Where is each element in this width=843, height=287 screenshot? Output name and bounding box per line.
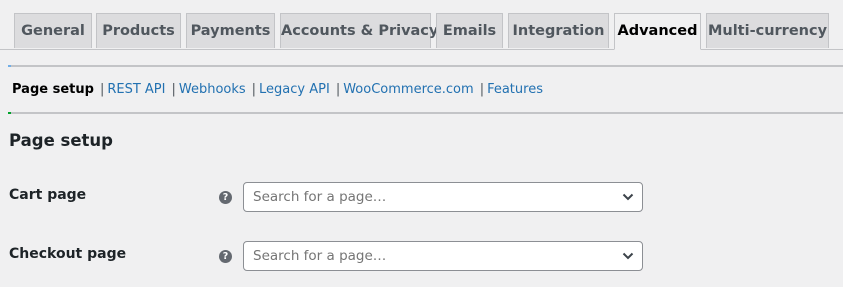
help-icon[interactable]: ?	[219, 250, 232, 263]
tab-products[interactable]: Products	[96, 13, 181, 48]
top-divider	[8, 65, 843, 67]
subnav-link-features[interactable]: Features	[487, 82, 543, 97]
subnav-separator: |	[171, 82, 176, 97]
cart-page-label: Cart page	[9, 187, 87, 203]
subnav-divider	[8, 112, 843, 114]
cart-page-select[interactable]: Search for a page…	[243, 182, 643, 212]
subnav-separator: |	[251, 82, 257, 97]
subnav-link-webhooks[interactable]: Webhooks	[179, 82, 246, 97]
tab-accounts-privacy[interactable]: Accounts & Privacy	[280, 13, 438, 48]
subnav-current-page-setup[interactable]: Page setup	[12, 82, 94, 97]
checkout-page-label: Checkout page	[9, 246, 127, 262]
chevron-down-icon	[622, 252, 634, 260]
advanced-subnav: Page setup | REST API | Webhooks | Legacy API |…	[12, 81, 543, 98]
chevron-down-icon	[622, 193, 634, 201]
tab-payments[interactable]: Payments	[186, 13, 275, 48]
tab-general[interactable]: General	[14, 13, 92, 48]
tab-emails[interactable]: Emails	[436, 13, 503, 48]
checkout-page-placeholder: Search for a page…	[253, 248, 387, 264]
divider-accent	[8, 65, 11, 67]
subnav-link-woocommerce-com[interactable]: WooCommerce.com	[343, 82, 473, 97]
subnav-link-rest-api[interactable]: REST API	[107, 82, 165, 97]
cart-page-placeholder: Search for a page…	[253, 189, 387, 205]
tab-integration[interactable]: Integration	[508, 13, 609, 48]
tab-multi-currency[interactable]: Multi-currency	[706, 13, 829, 48]
subnav-link-legacy-api[interactable]: Legacy API	[259, 82, 330, 97]
divider-accent	[8, 112, 11, 114]
subnav-separator: |	[479, 82, 485, 97]
help-icon[interactable]: ?	[219, 191, 232, 204]
checkout-page-select[interactable]: Search for a page…	[243, 241, 643, 271]
subnav-separator: |	[99, 82, 105, 97]
tab-advanced[interactable]: Advanced	[614, 13, 701, 50]
section-title: Page setup	[9, 131, 113, 150]
settings-tabs: General Products Payments Accounts & Pri…	[0, 13, 843, 50]
subnav-separator: |	[335, 82, 341, 97]
